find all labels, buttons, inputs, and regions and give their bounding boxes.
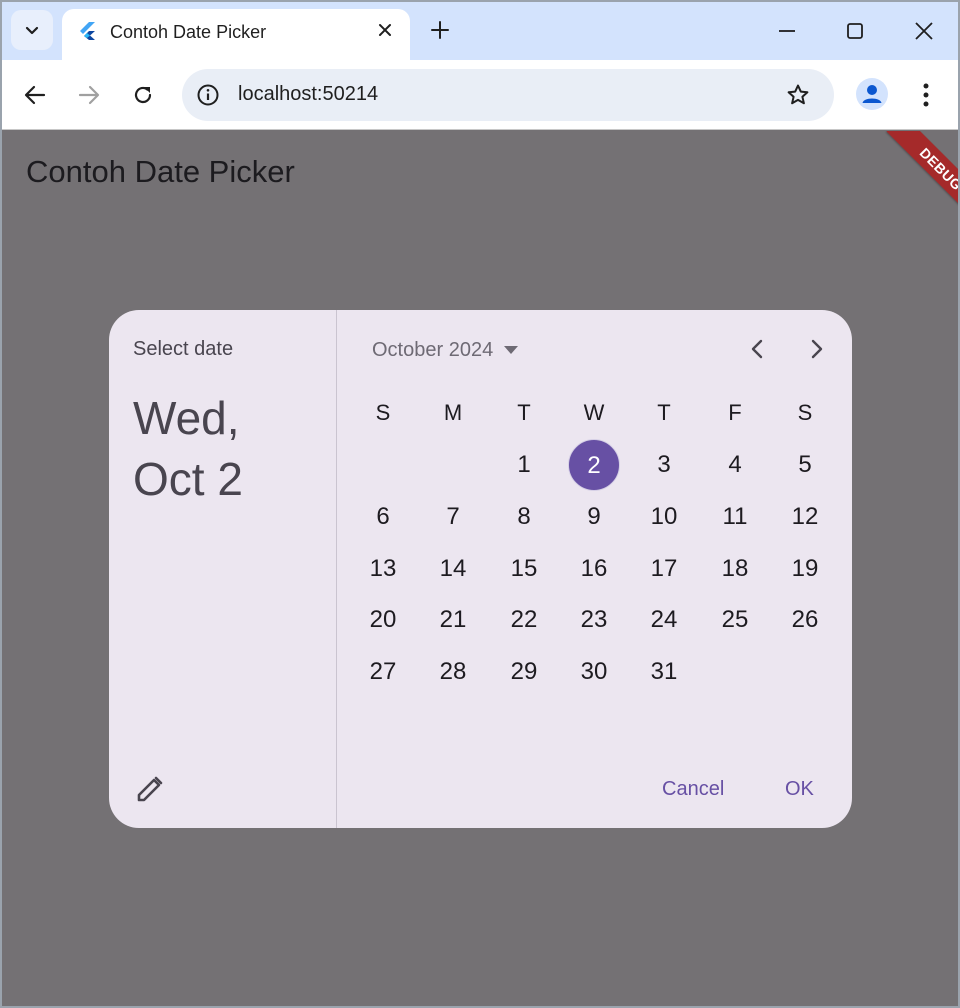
switch-to-input-button[interactable] [133,772,167,806]
reload-button[interactable] [128,80,158,110]
calendar-day[interactable]: 7 [427,491,479,543]
calendar-day[interactable]: 11 [709,491,761,543]
bookmark-button[interactable] [784,81,812,109]
star-icon [787,84,809,105]
calendar-day[interactable]: 17 [638,543,690,595]
calendar-day[interactable]: 23 [568,594,620,646]
next-month-button[interactable] [803,334,831,364]
minimize-icon [779,30,795,32]
close-window-button[interactable] [909,16,939,46]
forward-button[interactable] [74,80,104,110]
month-year-label: October 2024 [372,338,494,361]
site-info-button[interactable] [194,81,222,109]
calendar-day[interactable]: 27 [357,646,409,698]
url-text: localhost:50214 [238,83,379,105]
cancel-button[interactable]: Cancel [656,776,730,803]
calendar-day[interactable]: 12 [779,491,831,543]
calendar-day[interactable]: 30 [568,646,620,698]
calendar-day[interactable]: 29 [498,646,550,698]
calendar-day[interactable]: 20 [357,594,409,646]
calendar-day[interactable]: 5 [779,439,831,491]
maximize-button[interactable] [840,16,870,46]
calendar-day[interactable]: 26 [779,594,831,646]
close-tab-button[interactable] [374,19,396,41]
headline-weekday: Wed, [133,392,240,444]
calendar-day[interactable]: 24 [638,594,690,646]
browser-menu-button[interactable] [912,80,940,110]
calendar-day[interactable]: 22 [498,594,550,646]
weekday-label: S [375,400,391,425]
calendar-day[interactable]: 28 [427,646,479,698]
calendar-day[interactable]: 14 [427,543,479,595]
debug-label: DEBUG [886,131,958,224]
weekday-label: T [657,400,671,425]
chevron-left-icon [751,339,763,359]
weekday-label: F [728,400,742,425]
date-picker-header: Select date Wed, Oct 2 [109,310,337,828]
calendar-day[interactable]: 13 [357,543,409,595]
chevron-down-icon [25,26,39,35]
previous-month-button[interactable] [743,334,771,364]
browser-tab[interactable]: Contoh Date Picker [62,9,410,61]
calendar-day[interactable]: 19 [779,543,831,595]
selected-date-headline: Wed, Oct 2 [133,388,333,510]
calendar-day[interactable]: 25 [709,594,761,646]
weekday-label: W [583,400,605,425]
close-icon [379,24,391,36]
calendar-day[interactable]: 15 [498,543,550,595]
chevron-right-icon [811,339,823,359]
edit-icon [137,776,163,802]
calendar-day-selected[interactable]: 2 [568,439,620,491]
calendar-day[interactable]: 31 [638,646,690,698]
minimize-button[interactable] [772,16,802,46]
headline-date: Oct 2 [133,453,243,505]
maximize-icon [847,23,863,39]
arrow-right-icon [78,85,100,105]
close-icon [915,22,933,40]
caret-down-icon [501,340,521,360]
calendar-day[interactable]: 10 [638,491,690,543]
arrow-left-icon [24,85,46,105]
calendar-day[interactable]: 8 [498,491,550,543]
month-year-selector[interactable]: October 2024 [372,336,521,364]
help-text: Select date [133,338,234,360]
new-tab-button[interactable] [428,18,452,42]
tab-strip: Contoh Date Picker [0,0,960,61]
reload-icon [134,86,152,104]
debug-banner: DEBUG [858,131,958,231]
calendar-day[interactable]: 3 [638,439,690,491]
more-vert-icon [923,83,929,107]
person-icon [862,85,882,103]
plus-icon [431,21,449,39]
tab-search-button[interactable] [11,10,53,50]
flutter-icon [80,22,95,40]
page-title: Contoh Date Picker [26,154,295,189]
browser-toolbar: localhost:50214 [0,60,960,130]
calendar-day[interactable]: 16 [568,543,620,595]
back-button[interactable] [20,80,50,110]
date-picker-dialog: Select date Wed, Oct 2 October 2024 S M T W… [109,310,852,828]
ok-button[interactable]: OK [779,776,820,803]
calendar-day[interactable]: 6 [357,491,409,543]
calendar-day[interactable]: 9 [568,491,620,543]
calendar-day[interactable]: 18 [709,543,761,595]
calendar-day[interactable]: 21 [427,594,479,646]
calendar-day[interactable]: 1 [498,439,550,491]
address-bar[interactable]: localhost:50214 [182,69,834,121]
calendar-day[interactable]: 4 [709,439,761,491]
info-icon [197,84,219,106]
weekday-label: M [443,400,463,425]
profile-button[interactable] [856,78,888,110]
weekday-label: T [517,400,531,425]
tab-title: Contoh Date Picker [110,22,267,42]
weekday-label: S [797,400,813,425]
